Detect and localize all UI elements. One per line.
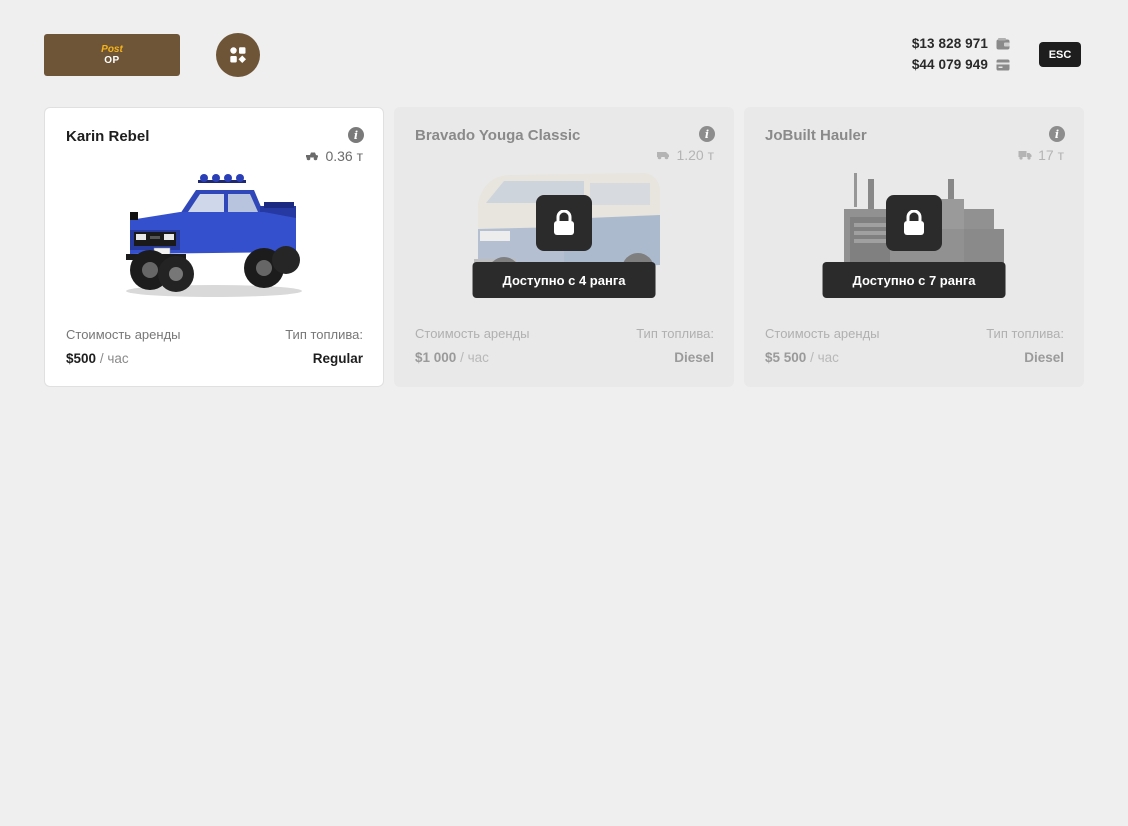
rent-cost-label: Стоимость аренды — [765, 326, 880, 341]
vehicle-capacity: 17 т — [1018, 147, 1064, 163]
padlock-icon — [904, 210, 924, 235]
rent-price-amount: $500 — [66, 351, 97, 366]
truck-icon — [1018, 151, 1032, 160]
rank-requirement-label: Доступно с 7 ранга — [822, 262, 1006, 298]
rent-price-amount: $1 000 — [415, 350, 457, 365]
capacity-value: 1.20 т — [676, 147, 714, 163]
vehicle-list: Karin Rebel i 0.36 т Стоимость аренды Ти… — [44, 107, 1084, 387]
vehicle-capacity: 1.20 т — [656, 147, 714, 163]
vehicle-title: Bravado Youga Classic — [415, 127, 581, 144]
vehicle-card-bravado-youga-classic[interactable]: Bravado Youga Classic i 1.20 т Доступно … — [394, 107, 734, 387]
bank-balance-value: $44 079 949 — [911, 57, 988, 72]
fuel-type-label: Тип топлива: — [285, 327, 363, 342]
lock-badge — [886, 195, 942, 251]
pickup-icon — [306, 152, 319, 161]
logo-text-top: Post — [101, 43, 123, 55]
rent-price: $500 / час — [66, 351, 129, 366]
balance-panel: $13 828 971 $44 079 949 — [912, 36, 1010, 72]
vehicle-card-jobuilt-hauler[interactable]: JoBuilt Hauler i 17 т Доступно с 7 ранга… — [744, 107, 1084, 387]
vehicle-image-pickup — [126, 174, 302, 297]
rent-price: $1 000 / час — [415, 350, 489, 365]
brand-logo: Post OP — [44, 34, 180, 76]
cash-balance: $13 828 971 — [912, 36, 1010, 51]
info-icon[interactable]: i — [1049, 126, 1065, 142]
rent-cost-label: Стоимость аренды — [415, 326, 530, 341]
fuel-type-label: Тип топлива: — [986, 326, 1064, 341]
logo-text-bottom: OP — [104, 54, 120, 66]
vehicle-card-karin-rebel[interactable]: Karin Rebel i 0.36 т Стоимость аренды Ти… — [44, 107, 384, 387]
esc-button[interactable]: ESC — [1039, 42, 1081, 67]
card-icon — [996, 59, 1010, 70]
cash-balance-value: $13 828 971 — [911, 36, 988, 51]
rent-price-unit: / час — [460, 350, 489, 365]
fuel-type-value: Diesel — [674, 350, 714, 365]
rent-cost-label: Стоимость аренды — [66, 327, 181, 342]
fuel-type-value: Regular — [312, 351, 363, 366]
rank-requirement-label: Доступно с 4 ранга — [472, 262, 656, 298]
vehicle-title: JoBuilt Hauler — [765, 127, 867, 144]
capacity-value: 17 т — [1038, 147, 1064, 163]
van-icon — [657, 152, 670, 160]
grid-shapes-icon — [230, 47, 246, 63]
wallet-icon — [996, 37, 1010, 49]
padlock-icon — [554, 210, 574, 235]
bank-balance: $44 079 949 — [912, 57, 1010, 72]
capacity-value: 0.36 т — [325, 148, 363, 164]
rent-price-unit: / час — [99, 351, 129, 366]
menu-button[interactable] — [216, 33, 260, 77]
lock-badge — [536, 195, 592, 251]
vehicle-capacity: 0.36 т — [305, 148, 363, 164]
fuel-type-value: Diesel — [1024, 350, 1064, 365]
vehicle-title: Karin Rebel — [66, 128, 150, 145]
rent-price-amount: $5 500 — [765, 350, 807, 365]
fuel-type-label: Тип топлива: — [636, 326, 714, 341]
info-icon[interactable]: i — [699, 126, 715, 142]
rent-price-unit: / час — [810, 350, 839, 365]
info-icon[interactable]: i — [348, 127, 364, 143]
rent-price: $5 500 / час — [765, 350, 839, 365]
